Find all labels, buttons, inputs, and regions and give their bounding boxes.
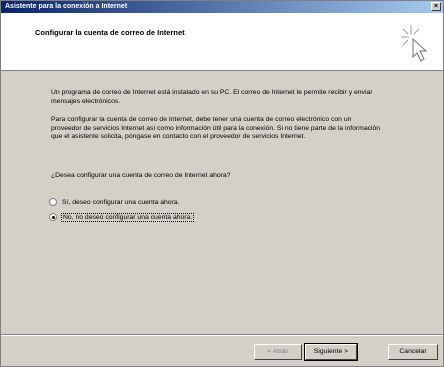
wizard-window: Asistente para la conexión a Internet × … <box>0 0 444 367</box>
back-button[interactable]: < Atrás <box>254 344 302 360</box>
intro-paragraph: Un programa de correo de Internet está i… <box>51 89 373 105</box>
cancel-button[interactable]: Cancelar <box>388 344 438 360</box>
title-bar: Asistente para la conexión a Internet × <box>1 1 443 13</box>
cursor-sparkle-icon <box>401 25 428 62</box>
close-button[interactable]: × <box>431 2 441 11</box>
wizard-body: Un programa de correo de Internet está i… <box>1 72 443 334</box>
footer-separator <box>1 334 443 336</box>
radio-no[interactable] <box>49 213 57 221</box>
requirements-paragraph: Para configurar la cuenta de correo de I… <box>51 116 381 140</box>
next-button[interactable]: Siguiente > <box>304 343 358 361</box>
window-title: Asistente para la conexión a Internet <box>5 3 128 10</box>
wizard-header: Configurar la cuenta de correo de Intern… <box>1 13 443 71</box>
radio-yes[interactable] <box>49 198 57 206</box>
setup-question: ¿Desea configurar una cuenta de correo d… <box>51 172 231 179</box>
option-yes[interactable]: Sí, deseo configurar una cuenta ahora. <box>49 197 180 207</box>
option-no[interactable]: No, no deseo configurar una cuenta ahora… <box>49 212 195 222</box>
option-yes-label: Sí, deseo configurar una cuenta ahora. <box>62 198 180 206</box>
page-title: Configurar la cuenta de correo de Intern… <box>35 28 185 37</box>
option-no-label: No, no deseo configurar una cuenta ahora… <box>60 212 195 222</box>
